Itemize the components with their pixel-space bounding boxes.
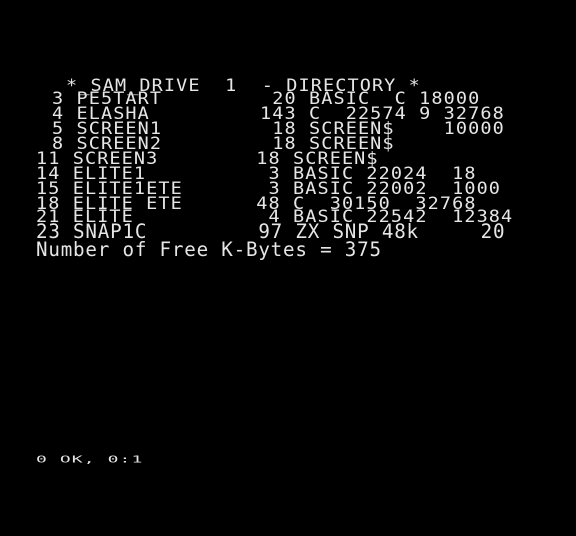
status-line: 0 OK, 0:1 — [36, 453, 144, 466]
sam-directory-screen: *_SAM_DRIVE 1 - DIRECTORY * 3 PE5TART 20… — [0, 0, 576, 536]
free-space-readout: Number of Free K-Bytes = 375 — [36, 238, 382, 261]
